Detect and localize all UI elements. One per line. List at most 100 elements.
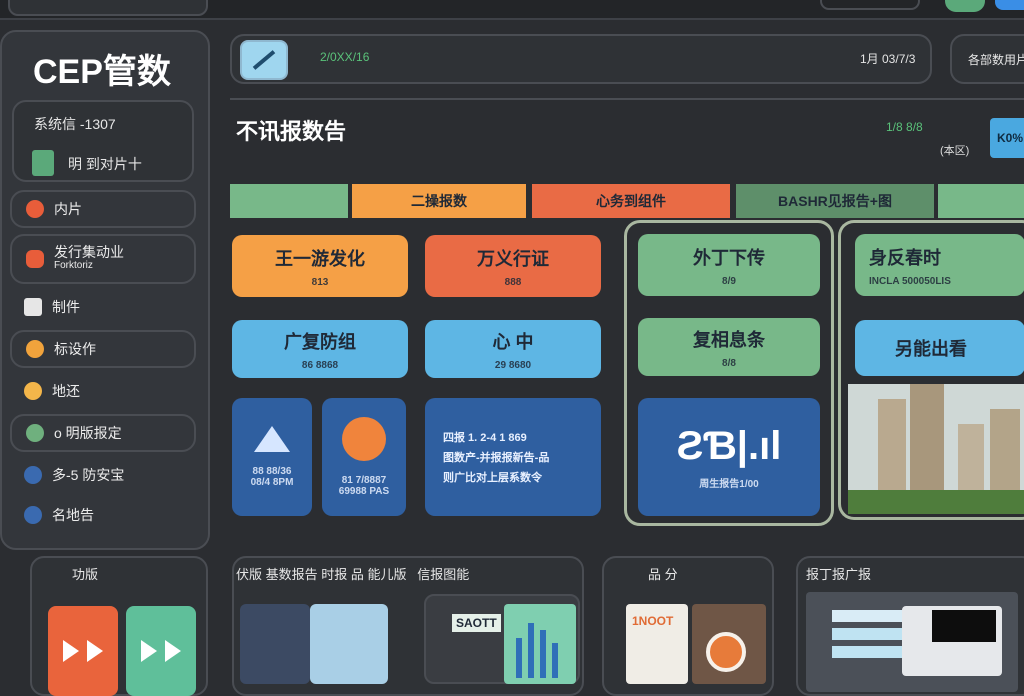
- sidebar-item-label: o 明版报定: [54, 425, 122, 441]
- category-bar-1[interactable]: 二操报数: [352, 184, 526, 218]
- category-bar-3[interactable]: BASHR见报告+图: [736, 184, 934, 218]
- sidebar-header-label: 系统信 -1307: [34, 116, 116, 132]
- tile-4[interactable]: 心 中 29 8680: [425, 320, 601, 378]
- sidebar-item-label: 标设作: [54, 341, 96, 357]
- tile-logo[interactable]: ƧƁ|.ıl 周生报告1/00: [638, 398, 820, 516]
- form-card[interactable]: [806, 592, 1018, 692]
- globe-icon: [24, 466, 42, 484]
- tile-7[interactable]: 四报 1. 2-4 1 869 图数产-并报报新告-品 则广比对上层系数令: [425, 398, 601, 516]
- category-bar-label: BASHR见报告+图: [778, 193, 892, 209]
- bottom-panel-1-title: 功版: [72, 567, 99, 582]
- sidebar-item-label: 多-5 防安宝: [52, 467, 125, 483]
- video-preview[interactable]: [932, 610, 996, 642]
- top-toggle[interactable]: [820, 0, 920, 10]
- header-button-label: 各部数用片: [968, 52, 1024, 67]
- sidebar-item-1[interactable]: 发行集动业 Forktoriz: [10, 234, 196, 284]
- tile-title: 另能出看: [895, 339, 967, 359]
- media-card-a[interactable]: [240, 604, 310, 684]
- badge-label: K0%: [996, 131, 1023, 145]
- sidebar-item-4[interactable]: 地还: [10, 374, 196, 408]
- document-icon: [24, 298, 42, 316]
- category-bar-2[interactable]: 心务到组件: [532, 184, 730, 218]
- category-bar-0[interactable]: [230, 184, 348, 218]
- window-tab[interactable]: [8, 0, 208, 16]
- badge[interactable]: K0%: [990, 118, 1024, 158]
- chat-icon: [26, 250, 44, 268]
- tile-2[interactable]: 万义行证 888: [425, 235, 601, 297]
- bulb-icon: [24, 382, 42, 400]
- media-card-b[interactable]: [310, 604, 388, 684]
- note-card[interactable]: 1NOOT: [626, 604, 688, 684]
- status-icon[interactable]: [945, 0, 985, 12]
- stat-label: (本区): [940, 145, 970, 157]
- sidebar-item-label: 制件: [52, 299, 80, 315]
- tile-1[interactable]: 王一游发化 813: [232, 235, 408, 297]
- note-card-label: 1NOOT: [632, 614, 674, 628]
- tile-line-1: 图数产-并报报新告-品: [443, 452, 550, 464]
- sidebar-item-6[interactable]: 多-5 防安宝: [10, 458, 196, 492]
- sidebar-item-0[interactable]: 内片: [10, 190, 196, 228]
- tile-6[interactable]: 81 7/8887 69988 PAS: [322, 398, 406, 516]
- tile-sub: 29 8680: [494, 359, 532, 371]
- bottom-panel-2-title: 伏版 基数报告 时报 品 能儿版 信报图能: [236, 567, 470, 582]
- cup-icon: [706, 632, 746, 672]
- tile-line-2: 则广比对上层系数令: [443, 472, 542, 484]
- tile-sub: INCLA 500050LIS: [869, 275, 951, 287]
- tile-sub: 813: [311, 276, 329, 288]
- sidebar-item-label: 地还: [52, 383, 80, 399]
- sidebar-header-card[interactable]: 系统信 -1307 明 到对片十: [12, 100, 194, 182]
- tile-title: 外丁下传: [693, 247, 765, 268]
- tile-title: 广复防组: [284, 331, 356, 352]
- tile-3[interactable]: 广复防组 86 8868: [232, 320, 408, 378]
- category-bar-4[interactable]: [938, 184, 1024, 218]
- header-button[interactable]: 各部数用片: [950, 34, 1024, 84]
- sidebar-item-5[interactable]: o 明版报定: [10, 414, 196, 452]
- sidebar-item-label: 发行集动业: [54, 244, 124, 260]
- folder-icon: [32, 150, 54, 176]
- tile-sub: 88 88/36 08/4 8PM: [250, 466, 294, 488]
- tile-r2[interactable]: 另能出看: [855, 320, 1024, 376]
- tile-sub: 周生报告1/00: [699, 479, 759, 490]
- tile-line-0: 四报 1. 2-4 1 869: [443, 432, 527, 444]
- sidebar-item-3[interactable]: 标设作: [10, 330, 196, 368]
- tile-g2[interactable]: 复相息条 8/8: [638, 318, 820, 376]
- sun-icon: [26, 340, 44, 358]
- tile-5[interactable]: 88 88/36 08/4 8PM: [232, 398, 312, 516]
- sidebar-item-label: 名地告: [52, 507, 94, 523]
- play-button-2[interactable]: [126, 606, 196, 696]
- sidebar-item-2[interactable]: 制件: [10, 290, 196, 324]
- coin-icon: [342, 417, 386, 461]
- mini-chart: [504, 604, 576, 684]
- tile-r1[interactable]: 身反春时 INCLA 500050LIS: [855, 234, 1024, 296]
- play-icon: [87, 640, 103, 662]
- sidebar-item-label: 内片: [54, 201, 82, 217]
- divider: [230, 98, 1024, 100]
- header-right-text: 1月 03/7/3: [860, 52, 916, 66]
- tile-title: 万义行证: [477, 248, 549, 269]
- coffee-card[interactable]: [692, 604, 766, 684]
- bottom-panel-3-title: 品 分: [648, 567, 678, 582]
- play-button-1[interactable]: [48, 606, 118, 696]
- tile-sub: 86 8868: [301, 359, 339, 371]
- tile-sub: 888: [504, 276, 522, 288]
- bar-chart-logo: ƧƁ|.ıl: [676, 424, 782, 468]
- play-icon: [63, 640, 79, 662]
- top-action-button[interactable]: [995, 0, 1024, 10]
- tile-sub: 8/8: [722, 357, 736, 369]
- sidebar-item-7[interactable]: 名地告: [10, 498, 196, 532]
- brand-icon[interactable]: [240, 40, 288, 80]
- play-icon: [165, 640, 181, 662]
- sidebar-header-sub: 明 到对片十: [68, 156, 142, 172]
- moon-icon: [24, 506, 42, 524]
- play-icon: [141, 640, 157, 662]
- stat-value: 1/8 8/8: [886, 120, 923, 134]
- tile-title: 心 中: [492, 331, 534, 352]
- sidebar-item-sub: Forktoriz: [54, 260, 93, 271]
- tile-sub: 8/9: [722, 275, 736, 287]
- shield-icon: [26, 424, 44, 442]
- tile-title: 王一游发化: [275, 248, 365, 269]
- tile-title: 身反春时: [869, 247, 941, 268]
- category-bar-label: 心务到组件: [596, 193, 666, 209]
- header-mid-text: 2/0XX/16: [320, 50, 370, 64]
- tile-g1[interactable]: 外丁下传 8/9: [638, 234, 820, 296]
